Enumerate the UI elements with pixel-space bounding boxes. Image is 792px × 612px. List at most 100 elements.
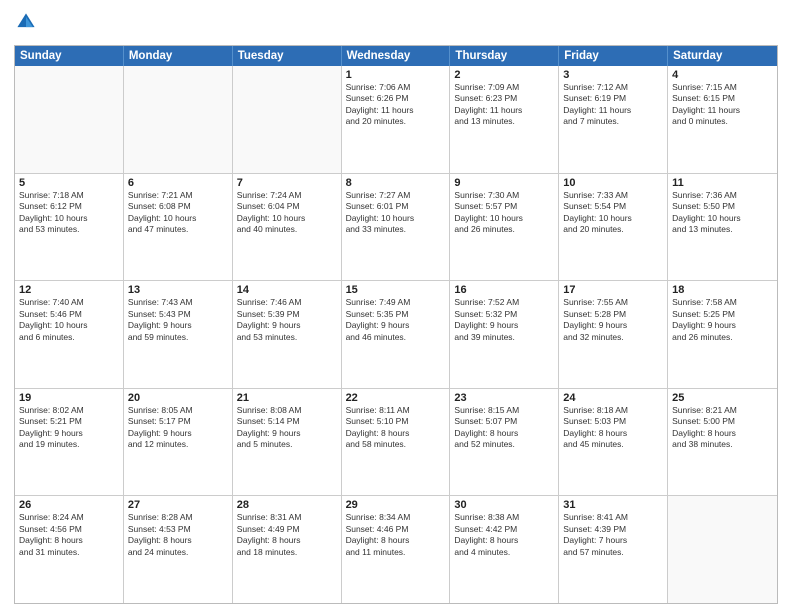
cell-line: Daylight: 10 hours <box>346 213 446 224</box>
day-cell-18: 18Sunrise: 7:58 AMSunset: 5:25 PMDayligh… <box>668 281 777 388</box>
cell-line: Sunrise: 8:11 AM <box>346 405 446 416</box>
cell-line: Daylight: 8 hours <box>672 428 773 439</box>
day-cell-5: 5Sunrise: 7:18 AMSunset: 6:12 PMDaylight… <box>15 174 124 281</box>
cell-line: Sunset: 6:26 PM <box>346 93 446 104</box>
day-number: 20 <box>128 392 228 404</box>
day-cell-6: 6Sunrise: 7:21 AMSunset: 6:08 PMDaylight… <box>124 174 233 281</box>
day-number: 26 <box>19 499 119 511</box>
cell-line: Sunset: 4:39 PM <box>563 524 663 535</box>
day-number: 10 <box>563 177 663 189</box>
cell-line: and 20 minutes. <box>346 116 446 127</box>
cell-line: Sunrise: 7:58 AM <box>672 297 773 308</box>
calendar-row-4: 19Sunrise: 8:02 AMSunset: 5:21 PMDayligh… <box>15 388 777 496</box>
cell-line: Sunrise: 7:55 AM <box>563 297 663 308</box>
day-cell-13: 13Sunrise: 7:43 AMSunset: 5:43 PMDayligh… <box>124 281 233 388</box>
day-number: 13 <box>128 284 228 296</box>
cell-line: Daylight: 9 hours <box>237 320 337 331</box>
cell-line: Sunset: 5:07 PM <box>454 416 554 427</box>
cell-line: Daylight: 8 hours <box>346 428 446 439</box>
cell-line: Sunset: 5:21 PM <box>19 416 119 427</box>
cell-line: Sunset: 5:17 PM <box>128 416 228 427</box>
cell-line: Sunset: 5:35 PM <box>346 309 446 320</box>
day-number: 16 <box>454 284 554 296</box>
cell-line: Daylight: 8 hours <box>237 535 337 546</box>
cell-line: and 26 minutes. <box>672 332 773 343</box>
day-number: 23 <box>454 392 554 404</box>
day-cell-14: 14Sunrise: 7:46 AMSunset: 5:39 PMDayligh… <box>233 281 342 388</box>
cell-line: Daylight: 9 hours <box>454 320 554 331</box>
cell-line: Sunrise: 8:38 AM <box>454 512 554 523</box>
day-number: 17 <box>563 284 663 296</box>
cell-line: and 4 minutes. <box>454 547 554 558</box>
cell-line: Daylight: 11 hours <box>563 105 663 116</box>
day-cell-27: 27Sunrise: 8:28 AMSunset: 4:53 PMDayligh… <box>124 496 233 603</box>
day-number: 31 <box>563 499 663 511</box>
logo <box>14 10 42 39</box>
day-cell-19: 19Sunrise: 8:02 AMSunset: 5:21 PMDayligh… <box>15 389 124 496</box>
cell-line: Sunrise: 8:21 AM <box>672 405 773 416</box>
cell-line: Sunset: 4:46 PM <box>346 524 446 535</box>
cell-line: Sunrise: 8:08 AM <box>237 405 337 416</box>
weekday-header-wednesday: Wednesday <box>342 46 451 66</box>
day-number: 22 <box>346 392 446 404</box>
cell-line: Sunrise: 8:15 AM <box>454 405 554 416</box>
cell-line: Daylight: 11 hours <box>672 105 773 116</box>
day-cell-8: 8Sunrise: 7:27 AMSunset: 6:01 PMDaylight… <box>342 174 451 281</box>
day-cell-26: 26Sunrise: 8:24 AMSunset: 4:56 PMDayligh… <box>15 496 124 603</box>
day-number: 28 <box>237 499 337 511</box>
cell-line: Daylight: 9 hours <box>672 320 773 331</box>
day-number: 27 <box>128 499 228 511</box>
cell-line: Daylight: 11 hours <box>454 105 554 116</box>
day-number: 8 <box>346 177 446 189</box>
cell-line: Sunrise: 7:24 AM <box>237 190 337 201</box>
cell-line: Daylight: 10 hours <box>19 213 119 224</box>
cell-line: Daylight: 8 hours <box>454 428 554 439</box>
cell-line: Daylight: 9 hours <box>346 320 446 331</box>
cell-line: and 45 minutes. <box>563 439 663 450</box>
day-cell-4: 4Sunrise: 7:15 AMSunset: 6:15 PMDaylight… <box>668 66 777 173</box>
cell-line: and 47 minutes. <box>128 224 228 235</box>
cell-line: Sunset: 4:42 PM <box>454 524 554 535</box>
cell-line: Sunrise: 7:33 AM <box>563 190 663 201</box>
day-number: 15 <box>346 284 446 296</box>
cell-line: Daylight: 10 hours <box>128 213 228 224</box>
cell-line: Daylight: 9 hours <box>128 320 228 331</box>
cell-line: Sunrise: 7:06 AM <box>346 82 446 93</box>
cell-line: Sunset: 5:32 PM <box>454 309 554 320</box>
cell-line: and 52 minutes. <box>454 439 554 450</box>
day-cell-30: 30Sunrise: 8:38 AMSunset: 4:42 PMDayligh… <box>450 496 559 603</box>
cell-line: Sunset: 5:46 PM <box>19 309 119 320</box>
day-number: 7 <box>237 177 337 189</box>
empty-cell-4-6 <box>668 496 777 603</box>
day-cell-1: 1Sunrise: 7:06 AMSunset: 6:26 PMDaylight… <box>342 66 451 173</box>
cell-line: and 38 minutes. <box>672 439 773 450</box>
cell-line: and 0 minutes. <box>672 116 773 127</box>
cell-line: Sunrise: 7:09 AM <box>454 82 554 93</box>
weekday-header-sunday: Sunday <box>15 46 124 66</box>
cell-line: Sunrise: 7:27 AM <box>346 190 446 201</box>
cell-line: Sunset: 5:25 PM <box>672 309 773 320</box>
day-cell-24: 24Sunrise: 8:18 AMSunset: 5:03 PMDayligh… <box>559 389 668 496</box>
cell-line: Sunrise: 7:49 AM <box>346 297 446 308</box>
day-cell-29: 29Sunrise: 8:34 AMSunset: 4:46 PMDayligh… <box>342 496 451 603</box>
cell-line: Daylight: 9 hours <box>128 428 228 439</box>
day-number: 5 <box>19 177 119 189</box>
cell-line: Sunset: 6:15 PM <box>672 93 773 104</box>
day-cell-2: 2Sunrise: 7:09 AMSunset: 6:23 PMDaylight… <box>450 66 559 173</box>
day-number: 21 <box>237 392 337 404</box>
cell-line: Sunset: 4:53 PM <box>128 524 228 535</box>
cell-line: Sunset: 4:49 PM <box>237 524 337 535</box>
weekday-header-thursday: Thursday <box>450 46 559 66</box>
cell-line: Sunrise: 8:24 AM <box>19 512 119 523</box>
cell-line: Daylight: 7 hours <box>563 535 663 546</box>
cell-line: and 6 minutes. <box>19 332 119 343</box>
cell-line: Daylight: 8 hours <box>19 535 119 546</box>
day-number: 18 <box>672 284 773 296</box>
cell-line: and 57 minutes. <box>563 547 663 558</box>
day-cell-22: 22Sunrise: 8:11 AMSunset: 5:10 PMDayligh… <box>342 389 451 496</box>
cell-line: and 46 minutes. <box>346 332 446 343</box>
weekday-header-friday: Friday <box>559 46 668 66</box>
day-cell-23: 23Sunrise: 8:15 AMSunset: 5:07 PMDayligh… <box>450 389 559 496</box>
cell-line: Sunrise: 7:43 AM <box>128 297 228 308</box>
cell-line: Daylight: 9 hours <box>19 428 119 439</box>
